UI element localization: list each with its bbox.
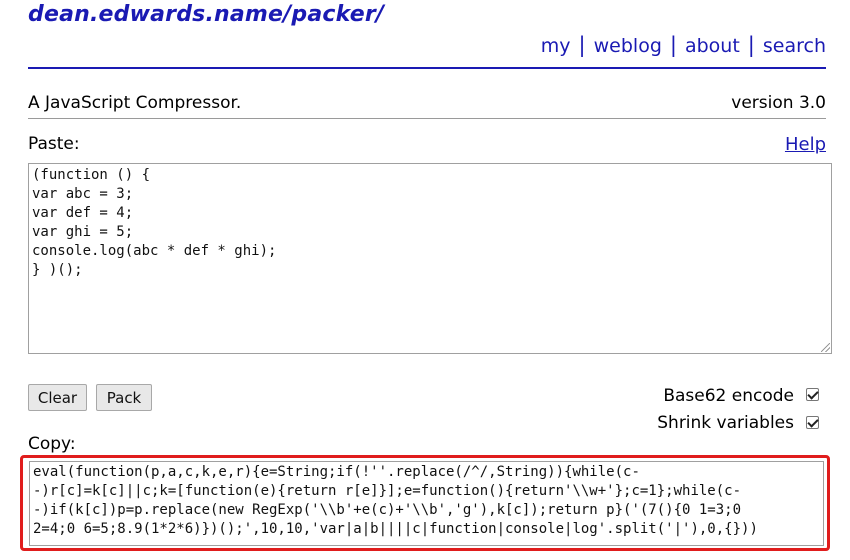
base62-encode-checkbox[interactable] bbox=[806, 388, 819, 401]
header-divider bbox=[28, 67, 826, 69]
help-link[interactable]: Help bbox=[785, 134, 826, 155]
nav-link-my[interactable]: my bbox=[541, 35, 571, 57]
paste-label: Paste: bbox=[28, 134, 80, 154]
copy-label: Copy: bbox=[28, 434, 76, 454]
nav-link-search[interactable]: search bbox=[763, 35, 826, 57]
top-nav: my | weblog | about | search bbox=[541, 33, 826, 57]
resize-grip-icon[interactable] bbox=[821, 343, 830, 352]
version-label: version 3.0 bbox=[731, 93, 826, 113]
site-title[interactable]: dean.edwards.name/packer/ bbox=[28, 2, 384, 27]
nav-separator: | bbox=[747, 33, 755, 57]
shrink-variables-checkbox[interactable] bbox=[806, 416, 819, 429]
nav-separator: | bbox=[669, 33, 677, 57]
section-divider bbox=[28, 118, 826, 119]
nav-link-weblog[interactable]: weblog bbox=[594, 35, 662, 57]
base62-encode-label: Base62 encode bbox=[663, 386, 794, 406]
nav-separator: | bbox=[578, 33, 586, 57]
tagline: A JavaScript Compressor. bbox=[28, 93, 242, 113]
paste-textarea[interactable]: (function () { var abc = 3; var def = 4;… bbox=[28, 163, 832, 354]
pack-button[interactable]: Pack bbox=[96, 384, 152, 411]
nav-link-about[interactable]: about bbox=[685, 35, 740, 57]
clear-button[interactable]: Clear bbox=[28, 384, 87, 411]
copy-textarea[interactable]: eval(function(p,a,c,k,e,r){e=String;if(!… bbox=[29, 461, 824, 546]
shrink-variables-label: Shrink variables bbox=[657, 413, 794, 433]
